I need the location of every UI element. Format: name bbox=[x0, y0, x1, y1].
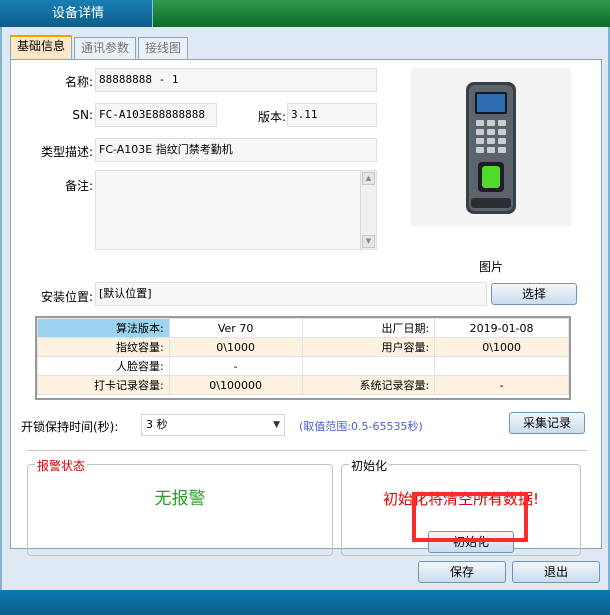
collect-records-button[interactable]: 采集记录 bbox=[509, 412, 585, 434]
algorithm-version-value: Ver 70 bbox=[168, 318, 303, 338]
name-label: 名称: bbox=[64, 75, 93, 89]
note-textarea[interactable]: ▲ ▼ bbox=[95, 170, 377, 250]
type-field[interactable]: FC-A103E 指纹门禁考勤机 bbox=[95, 138, 377, 162]
title-bar: 设备详情 bbox=[0, 0, 610, 27]
algorithm-version-label: 算法版本: bbox=[37, 318, 170, 338]
window-title-tab: 设备详情 bbox=[0, 0, 153, 27]
highlight-box bbox=[412, 492, 528, 542]
empty-value bbox=[434, 356, 569, 376]
fingerprint-terminal-icon bbox=[466, 82, 516, 214]
system-record-capacity-label: 系统记录容量: bbox=[301, 375, 436, 395]
window-title: 设备详情 bbox=[51, 6, 104, 21]
alarm-status-text: 无报警 bbox=[154, 489, 206, 509]
face-capacity-value: - bbox=[168, 356, 303, 376]
init-title: 初始化 bbox=[349, 457, 390, 474]
save-button[interactable]: 保存 bbox=[418, 561, 506, 583]
table-row: 打卡记录容量: 0\100000 系统记录容量: - bbox=[37, 375, 569, 395]
user-capacity-label: 用户容量: bbox=[301, 337, 436, 357]
punch-record-capacity-label: 打卡记录容量: bbox=[37, 375, 170, 395]
alarm-status-title: 报警状态 bbox=[35, 457, 88, 474]
empty-label bbox=[301, 356, 436, 376]
table-row: 人脸容量: - bbox=[37, 356, 569, 376]
note-scrollbar[interactable]: ▲ ▼ bbox=[360, 171, 376, 249]
sn-field[interactable]: FC-A103E88888888 bbox=[95, 103, 217, 127]
table-row: 指纹容量: 0\1000 用户容量: 0\1000 bbox=[37, 337, 569, 357]
tab-comm-params[interactable]: 通讯参数 bbox=[74, 37, 137, 59]
unlock-time-value: 3 秒 bbox=[146, 418, 168, 431]
unlock-time-label: 开锁保持时间(秒): bbox=[21, 420, 119, 434]
location-field[interactable]: [默认位置] bbox=[95, 282, 487, 306]
alarm-status-group bbox=[27, 464, 333, 556]
unlock-range-hint: (取值范围:0.5-65535秒) bbox=[299, 420, 423, 433]
unlock-time-select[interactable]: 3 秒 ▼ bbox=[141, 414, 285, 436]
manufacture-date-value: 2019-01-08 bbox=[434, 318, 569, 338]
punch-record-capacity-value: 0\100000 bbox=[168, 375, 303, 395]
type-label: 类型描述: bbox=[40, 145, 93, 159]
scroll-up-icon[interactable]: ▲ bbox=[362, 172, 375, 185]
location-label: 安装位置: bbox=[40, 290, 93, 304]
face-capacity-label: 人脸容量: bbox=[37, 356, 170, 376]
tab-wiring-diagram[interactable]: 接线图 bbox=[138, 37, 189, 59]
name-field[interactable]: 88888888 - 1 bbox=[95, 68, 377, 92]
scroll-down-icon[interactable]: ▼ bbox=[362, 235, 375, 248]
table-row: 算法版本: Ver 70 出厂日期: 2019-01-08 bbox=[37, 318, 569, 338]
exit-button[interactable]: 退出 bbox=[512, 561, 600, 583]
tab-strip: 基础信息 通讯参数 接线图 bbox=[10, 35, 190, 59]
fingerprint-capacity-value: 0\1000 bbox=[168, 337, 303, 357]
image-caption: 图片 bbox=[478, 260, 503, 274]
manufacture-date-label: 出厂日期: bbox=[301, 318, 436, 338]
tab-basic-info[interactable]: 基础信息 bbox=[10, 35, 73, 59]
bottom-bar bbox=[0, 590, 610, 615]
sn-label: SN: bbox=[72, 108, 93, 122]
note-label: 备注: bbox=[64, 179, 93, 193]
device-info-table: 算法版本: Ver 70 出厂日期: 2019-01-08 指纹容量: 0\10… bbox=[35, 316, 571, 400]
dropdown-arrow-icon[interactable]: ▼ bbox=[273, 415, 280, 435]
user-capacity-value: 0\1000 bbox=[434, 337, 569, 357]
version-field[interactable]: 3.11 bbox=[287, 103, 377, 127]
divider bbox=[27, 450, 587, 451]
basic-info-panel: 名称: 88888888 - 1 SN: FC-A103E88888888 版本… bbox=[10, 59, 602, 556]
version-label: 版本: bbox=[257, 110, 286, 124]
select-location-button[interactable]: 选择 bbox=[491, 283, 577, 305]
fingerprint-capacity-label: 指纹容量: bbox=[37, 337, 170, 357]
system-record-capacity-value: - bbox=[434, 375, 569, 395]
device-image bbox=[411, 68, 571, 226]
